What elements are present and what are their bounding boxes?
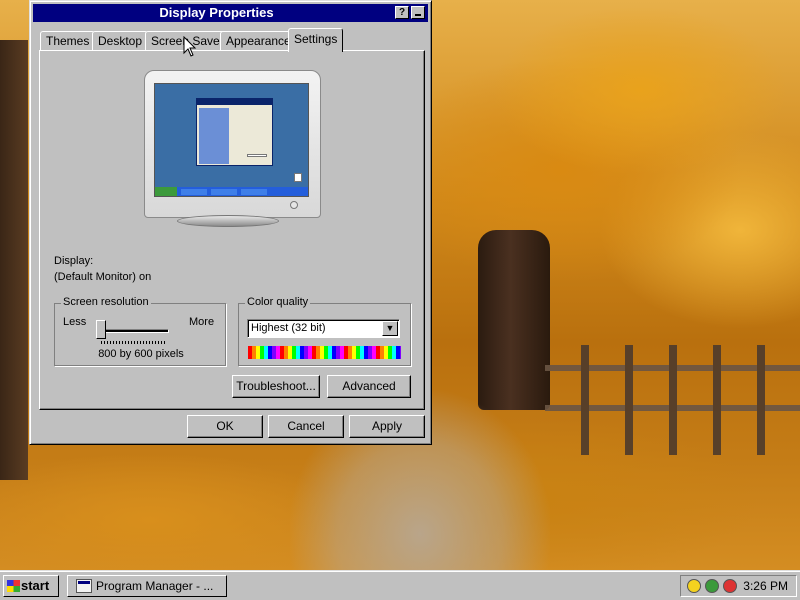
task-label: Program Manager - ...: [96, 579, 214, 593]
tab-appearance[interactable]: Appearance: [220, 31, 297, 51]
settings-panel: Display: (Default Monitor) on Screen res…: [39, 50, 425, 410]
tab-settings[interactable]: Settings: [288, 28, 344, 52]
window-title: Display Properties: [159, 5, 274, 20]
preview-window: [196, 98, 273, 166]
antivirus-icon[interactable]: [723, 579, 737, 593]
monitor-stand: [177, 215, 279, 227]
resolution-slider-ticks: [101, 341, 165, 344]
monitor-screen: [154, 83, 309, 197]
color-spectrum-bar: [248, 346, 401, 359]
color-quality-group: Color quality Highest (32 bit) ▼: [238, 296, 411, 366]
network-icon[interactable]: [705, 579, 719, 593]
tab-desktop[interactable]: Desktop: [92, 31, 149, 51]
resolution-slider-thumb[interactable]: [96, 320, 106, 339]
screen-resolution-title: Screen resolution: [61, 296, 151, 308]
color-quality-title: Color quality: [245, 296, 311, 308]
system-tray: 3:26 PM: [680, 575, 797, 597]
title-bar[interactable]: Display Properties ?: [33, 4, 428, 22]
cancel-button[interactable]: Cancel: [268, 415, 344, 438]
resolution-slider-track[interactable]: [99, 329, 169, 333]
color-quality-value: Highest (32 bit): [251, 322, 326, 334]
power-button-icon: [290, 201, 298, 209]
mouse-cursor-icon: [183, 36, 197, 57]
taskbar: start Program Manager - ... 3:26 PM: [0, 570, 800, 600]
advanced-button[interactable]: Advanced: [327, 375, 411, 398]
tab-themes[interactable]: Themes: [40, 31, 96, 51]
windows-logo-icon: [7, 580, 20, 592]
display-value: (Default Monitor) on: [54, 271, 152, 283]
more-label: More: [189, 316, 215, 328]
troubleshoot-button[interactable]: Troubleshoot...: [232, 375, 320, 398]
program-manager-icon: [76, 579, 92, 593]
tree-trunk-left: [0, 40, 28, 480]
clock[interactable]: 3:26 PM: [743, 576, 788, 596]
security-shield-icon[interactable]: [687, 579, 701, 593]
apply-button[interactable]: Apply: [349, 415, 425, 438]
ok-button[interactable]: OK: [187, 415, 263, 438]
less-label: Less: [63, 316, 87, 328]
dropdown-arrow-icon[interactable]: ▼: [382, 321, 398, 336]
monitor-preview: [144, 70, 321, 218]
wooden-fence: [545, 345, 800, 455]
preview-taskbar: [155, 187, 308, 196]
display-label: Display:: [54, 255, 94, 267]
preview-desktop-icon: [294, 173, 302, 182]
start-label: start: [21, 578, 50, 593]
help-button[interactable]: ?: [395, 6, 409, 19]
minimize-button[interactable]: [411, 6, 425, 19]
screen-resolution-group: Screen resolution Less More 800 by 600 p…: [54, 296, 226, 366]
display-properties-dialog: Display Properties ? Themes Desktop Scre…: [29, 0, 432, 445]
resolution-value: 800 by 600 pixels: [98, 348, 184, 360]
color-quality-select[interactable]: Highest (32 bit) ▼: [247, 319, 400, 338]
start-button[interactable]: start: [3, 575, 59, 597]
taskbar-program-manager[interactable]: Program Manager - ...: [67, 575, 227, 597]
tree-trunk: [478, 230, 550, 410]
